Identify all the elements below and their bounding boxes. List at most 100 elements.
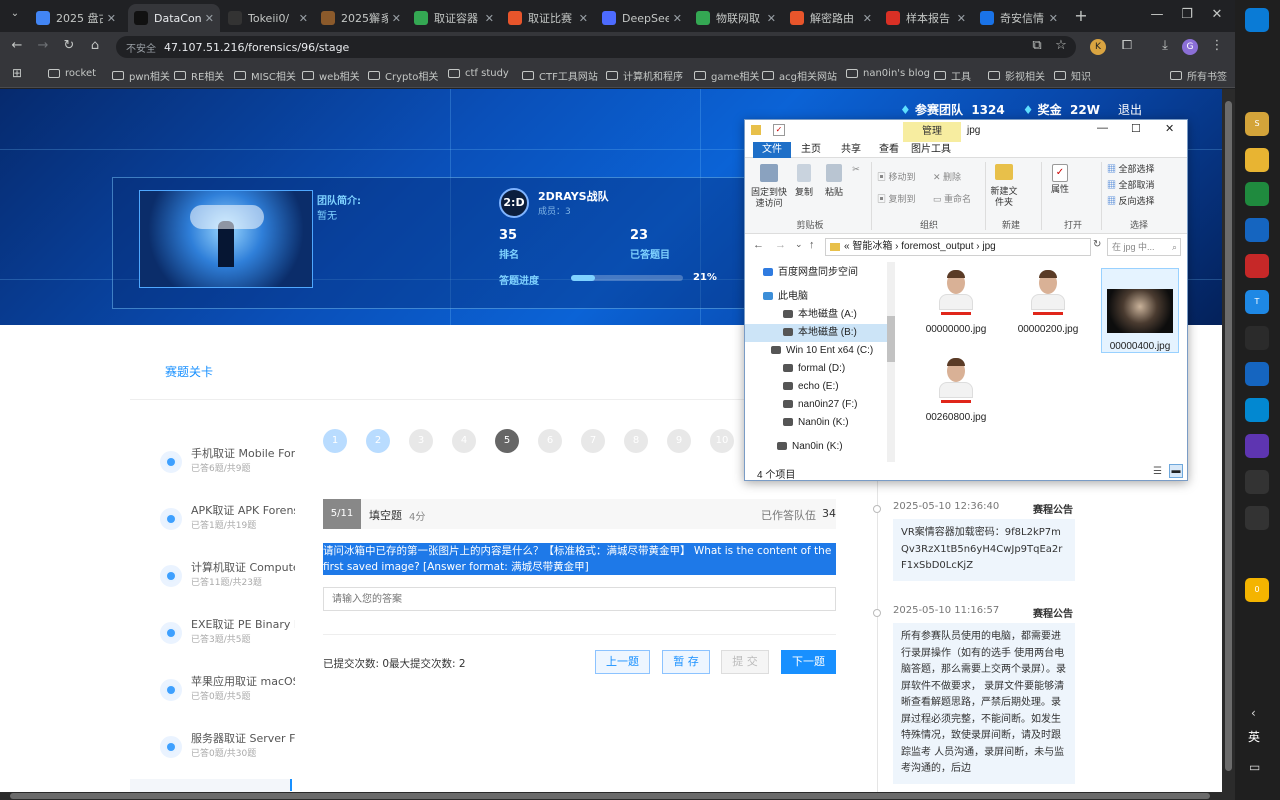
- explorer-search-input[interactable]: 在 jpg 中... ⌕: [1107, 238, 1181, 256]
- copy-to-button[interactable]: ▣ 复制到: [877, 194, 923, 205]
- cut-icon[interactable]: ✂: [849, 164, 863, 175]
- back-icon[interactable]: ←: [8, 38, 26, 53]
- taskbar-app-icon[interactable]: [1245, 182, 1269, 206]
- nav-tree-item[interactable]: 百度网盘同步空间: [745, 264, 889, 282]
- explorer-forward-icon[interactable]: →: [775, 239, 786, 251]
- question-number-5[interactable]: 5: [495, 429, 519, 453]
- explorer-minimize-icon[interactable]: —: [1097, 122, 1108, 134]
- notification-icon[interactable]: ▭: [1249, 760, 1260, 774]
- rename-button[interactable]: ▭ 重命名: [933, 194, 973, 205]
- tab-close-icon[interactable]: ✕: [673, 12, 682, 25]
- tab-8[interactable]: 物联网取 ✕: [690, 4, 782, 32]
- taskbar-app-icon[interactable]: [1245, 148, 1269, 172]
- logout-link[interactable]: 退出: [1118, 101, 1142, 118]
- tab-close-icon[interactable]: ✕: [1049, 12, 1058, 25]
- invert-selection-button[interactable]: ▦ 反向选择: [1107, 196, 1181, 207]
- submit-button[interactable]: 提 交: [721, 650, 769, 674]
- category-item[interactable]: APK取证 APK Forensics 已答1题/共19题: [160, 502, 300, 542]
- download-icon[interactable]: ⤓: [1156, 38, 1174, 53]
- properties-check-icon[interactable]: ✓: [773, 124, 785, 136]
- reload-icon[interactable]: ↻: [60, 38, 78, 53]
- nav-tree-item[interactable]: 此电脑: [745, 288, 889, 306]
- refresh-icon[interactable]: ↻: [1093, 239, 1101, 250]
- question-number-2[interactable]: 2: [366, 429, 390, 453]
- ribbon-tab-4[interactable]: 查看: [871, 142, 907, 158]
- ribbon-tab-3[interactable]: 共享: [833, 142, 869, 158]
- pin-quick-access-button[interactable]: 固定到快速访问: [749, 164, 789, 209]
- tab-close-icon[interactable]: ✕: [392, 12, 401, 25]
- bookmark-item[interactable]: RE相关: [174, 68, 224, 83]
- paste-button[interactable]: 粘贴: [823, 164, 845, 198]
- question-number-10[interactable]: 10: [710, 429, 734, 453]
- category-item[interactable]: EXE取证 PE Binary Forensics 已答3题/共5题: [160, 616, 300, 656]
- question-number-8[interactable]: 8: [624, 429, 648, 453]
- close-window-icon[interactable]: ✕: [1208, 7, 1226, 22]
- tab-close-icon[interactable]: ✕: [767, 12, 776, 25]
- tab-close-icon[interactable]: ✕: [107, 12, 116, 25]
- bookmark-item[interactable]: 影视相关: [988, 68, 1045, 83]
- save-draft-button[interactable]: 暂 存: [662, 650, 710, 674]
- new-tab-button[interactable]: +: [1072, 6, 1090, 25]
- taskbar-app-icon[interactable]: [1245, 218, 1269, 242]
- taskbar-app-icon[interactable]: T: [1245, 290, 1269, 314]
- menu-kebab-icon[interactable]: ⋮: [1208, 38, 1226, 53]
- apps-grid-icon[interactable]: ⊞: [8, 66, 26, 80]
- details-view-icon[interactable]: ☰: [1153, 466, 1162, 477]
- nav-tree-item[interactable]: nan0in27 (F:): [745, 396, 889, 414]
- bookmark-item[interactable]: 计算机和程序: [606, 68, 683, 83]
- tab-2[interactable]: DataCon ✕: [128, 4, 220, 32]
- up-level-icon[interactable]: ↑: [809, 239, 815, 251]
- bookmark-item[interactable]: rocket: [48, 68, 96, 79]
- select-all-button[interactable]: ▦ 全部选择: [1107, 164, 1181, 175]
- question-number-6[interactable]: 6: [538, 429, 562, 453]
- explorer-close-icon[interactable]: ✕: [1165, 122, 1174, 135]
- tab-5[interactable]: 取证容器 ✕: [408, 4, 500, 32]
- bookmark-item[interactable]: nan0in's blog: [846, 68, 930, 79]
- taskbar-app-icon[interactable]: 0: [1245, 578, 1269, 602]
- answer-input[interactable]: [323, 587, 836, 611]
- minimize-icon[interactable]: —: [1148, 7, 1166, 22]
- file-item[interactable]: 00260800.jpg: [917, 356, 995, 423]
- ribbon-tab-1[interactable]: 文件: [753, 142, 791, 158]
- file-item[interactable]: 00000400.jpg: [1101, 268, 1179, 353]
- maximize-icon[interactable]: ❐: [1178, 7, 1196, 22]
- extension-icon[interactable]: K: [1090, 39, 1106, 55]
- tab-search-icon[interactable]: ⌄: [6, 8, 24, 19]
- taskbar-app-icon[interactable]: [1245, 326, 1269, 350]
- copy-button[interactable]: 复制: [793, 164, 815, 198]
- question-number-9[interactable]: 9: [667, 429, 691, 453]
- extensions-puzzle-icon[interactable]: ⧠: [1118, 38, 1136, 53]
- tab-close-icon[interactable]: ✕: [957, 12, 966, 25]
- bookmark-item[interactable]: game相关: [694, 68, 759, 83]
- tab-7[interactable]: DeepSeek ✕: [596, 4, 688, 32]
- nav-tree-item[interactable]: Nan0in (K:): [745, 414, 889, 432]
- category-item[interactable]: 苹果应用取证 macOS 已答0题/共5题: [160, 673, 300, 713]
- page-horizontal-scrollbar[interactable]: [0, 792, 1235, 800]
- category-item[interactable]: 服务器取证 Server Forensics 已答0题/共30题: [160, 730, 300, 770]
- nav-tree-item[interactable]: echo (E:): [745, 378, 889, 396]
- taskbar-app-icon[interactable]: [1245, 470, 1269, 494]
- nav-tree-item[interactable]: Win 10 Ent x64 (C:): [745, 342, 889, 360]
- stage-nav-title[interactable]: 赛题关卡: [165, 363, 213, 380]
- question-number-3[interactable]: 3: [409, 429, 433, 453]
- bookmark-item[interactable]: Crypto相关: [368, 68, 438, 83]
- nav-tree-item[interactable]: Nan0in (K:): [745, 438, 889, 456]
- explorer-back-icon[interactable]: ←: [753, 239, 764, 251]
- tab-9[interactable]: 解密路由 ✕: [784, 4, 878, 32]
- prev-question-button[interactable]: 上一题: [595, 650, 650, 674]
- taskbar-app-icon[interactable]: [1245, 8, 1269, 32]
- taskbar-app-icon[interactable]: S: [1245, 112, 1269, 136]
- bookmark-item[interactable]: MISC相关: [234, 68, 296, 83]
- bookmark-item[interactable]: 知识: [1054, 68, 1091, 83]
- tab-close-icon[interactable]: ✕: [485, 12, 494, 25]
- new-folder-button[interactable]: 新建文件夹: [989, 164, 1019, 208]
- delete-button[interactable]: ✕ 删除: [933, 172, 973, 183]
- bookmark-item[interactable]: pwn相关: [112, 68, 170, 83]
- taskbar-app-icon[interactable]: [1245, 506, 1269, 530]
- next-question-button[interactable]: 下一题: [781, 650, 836, 674]
- nav-tree-item[interactable]: 本地磁盘 (A:): [745, 306, 889, 324]
- tab-6[interactable]: 取证比赛 ✕: [502, 4, 594, 32]
- move-to-button[interactable]: ▣ 移动到: [877, 172, 923, 183]
- category-item[interactable]: 手机取证 Mobile Forensics 已答6题/共9题: [160, 445, 300, 485]
- tab-1[interactable]: 2025 盘古 ✕: [30, 4, 122, 32]
